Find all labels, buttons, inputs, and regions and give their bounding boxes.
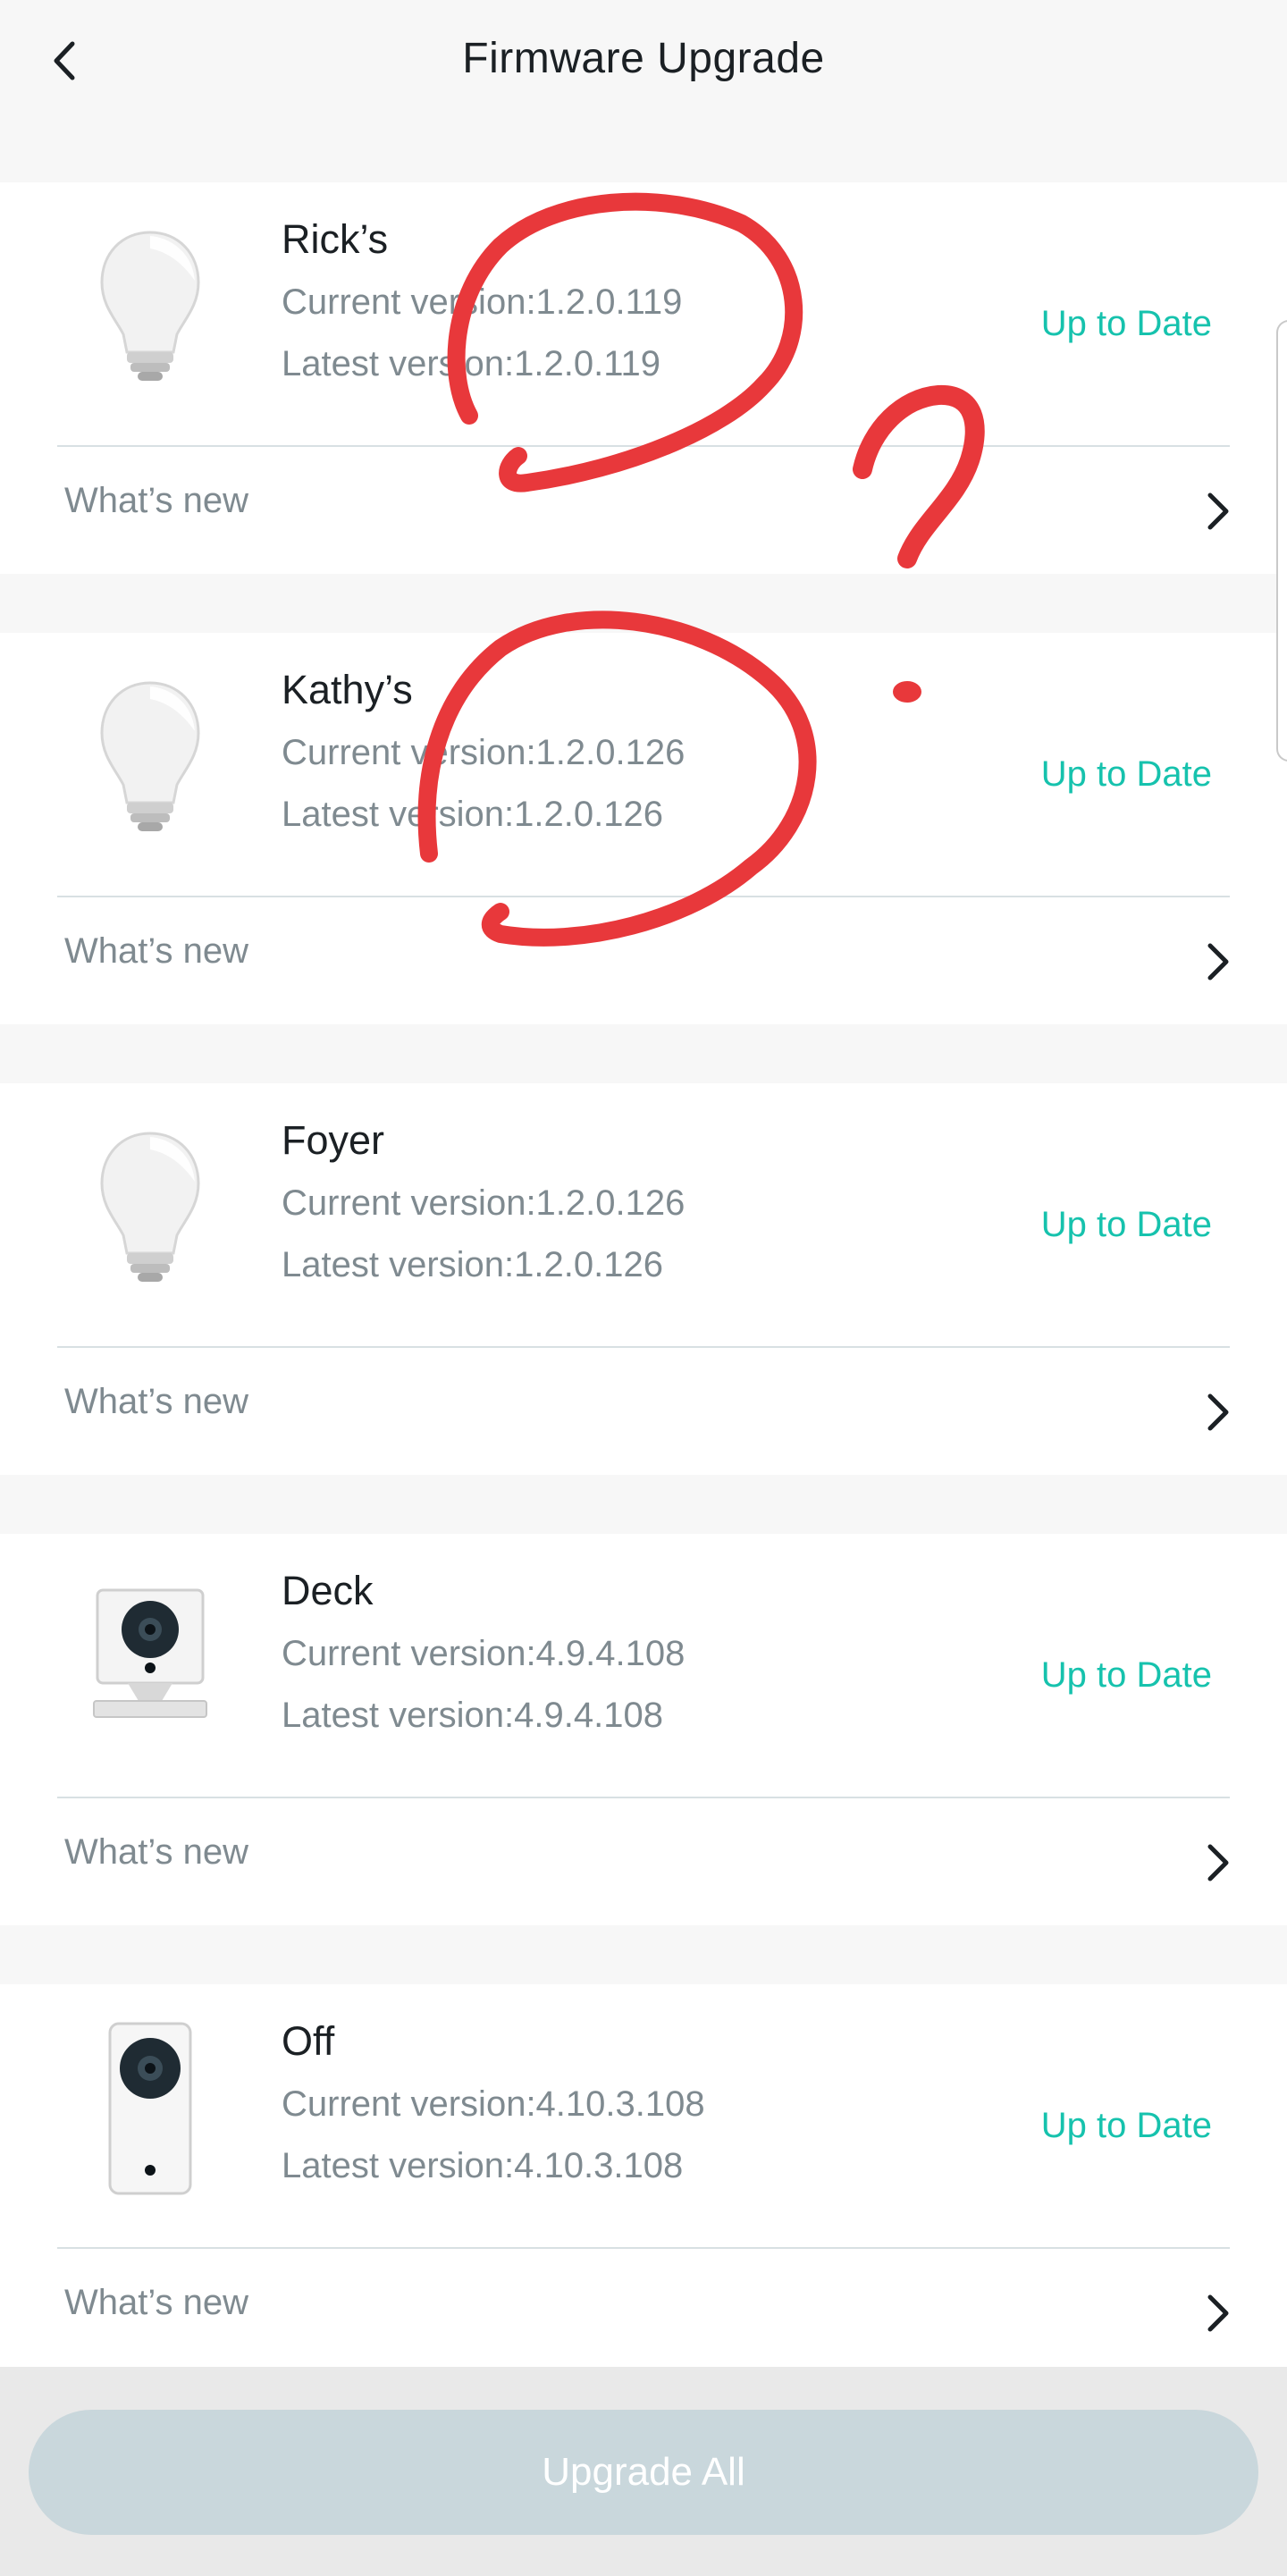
- latest-version: Latest version:4.10.3.108: [282, 2146, 684, 2185]
- status-label: Up to Date: [1040, 1655, 1212, 1695]
- device-thumbnail: [88, 2020, 213, 2199]
- current-version: Current version:1.2.0.119: [282, 282, 683, 322]
- device-name: Deck: [282, 1568, 374, 1613]
- whats-new-label: What’s new: [64, 1382, 249, 1421]
- current-version: Current version:1.2.0.126: [282, 1183, 686, 1223]
- status-label: Up to Date: [1040, 2106, 1212, 2145]
- device-card: Rick’s Current version:1.2.0.119 Latest …: [0, 182, 1287, 574]
- device-card: Kathy’s Current version:1.2.0.126 Latest…: [0, 633, 1287, 1024]
- device-name: Off: [282, 2018, 335, 2064]
- whats-new-row[interactable]: What’s new: [0, 897, 1287, 1024]
- device-thumbnail: [88, 218, 213, 397]
- firmware-upgrade-screen: Firmware Upgrade Rick’s Current version:…: [0, 0, 1287, 2576]
- device-name: Foyer: [282, 1117, 385, 1163]
- device-list: Rick’s Current version:1.2.0.119 Latest …: [0, 182, 1287, 2435]
- latest-version: Latest version:1.2.0.119: [282, 344, 660, 383]
- bulb-icon: [100, 1132, 200, 1282]
- bulb-icon: [100, 231, 200, 381]
- app-header: Firmware Upgrade: [0, 0, 1287, 182]
- device-thumbnail: [88, 669, 213, 847]
- camera-icon: [93, 1588, 207, 1718]
- status-label: Up to Date: [1040, 304, 1212, 343]
- whats-new-label: What’s new: [64, 481, 249, 520]
- whats-new-row[interactable]: What’s new: [0, 447, 1287, 574]
- whats-new-row[interactable]: What’s new: [0, 2249, 1287, 2376]
- whats-new-label: What’s new: [64, 1832, 249, 1872]
- device-card: Foyer Current version:1.2.0.126 Latest v…: [0, 1083, 1287, 1475]
- whats-new-row[interactable]: What’s new: [0, 1798, 1287, 1925]
- latest-version: Latest version:4.9.4.108: [282, 1696, 663, 1735]
- page-title: Firmware Upgrade: [462, 35, 825, 82]
- current-version: Current version:4.10.3.108: [282, 2084, 705, 2124]
- current-version: Current version:1.2.0.126: [282, 733, 686, 772]
- latest-version: Latest version:1.2.0.126: [282, 795, 663, 834]
- device-name: Rick’s: [282, 216, 389, 262]
- current-version: Current version:4.9.4.108: [282, 1634, 686, 1673]
- chevron-right-icon: [1207, 943, 1229, 981]
- camera-pan-icon: [108, 2022, 192, 2195]
- latest-version: Latest version:1.2.0.126: [282, 1245, 663, 1284]
- whats-new-label: What’s new: [64, 931, 249, 971]
- device-thumbnail: [88, 1570, 213, 1748]
- chevron-right-icon: [1207, 1844, 1229, 1881]
- whats-new-label: What’s new: [64, 2283, 249, 2322]
- bulb-icon: [100, 681, 200, 831]
- device-name: Kathy’s: [282, 667, 413, 712]
- whats-new-row[interactable]: What’s new: [0, 1348, 1287, 1475]
- chevron-right-icon: [1207, 1393, 1229, 1431]
- status-label: Up to Date: [1040, 754, 1212, 794]
- footer-bar: Upgrade All: [0, 2367, 1287, 2576]
- device-card: Off Current version:4.10.3.108 Latest ve…: [0, 1984, 1287, 2376]
- chevron-right-icon: [1207, 492, 1229, 530]
- status-label: Up to Date: [1040, 1205, 1212, 1244]
- device-card: Deck Current version:4.9.4.108 Latest ve…: [0, 1534, 1287, 1925]
- scroll-edge: [1276, 320, 1287, 762]
- chevron-right-icon: [1207, 2294, 1229, 2332]
- upgrade-all-button[interactable]: Upgrade All: [29, 2410, 1258, 2535]
- device-thumbnail: [88, 1119, 213, 1298]
